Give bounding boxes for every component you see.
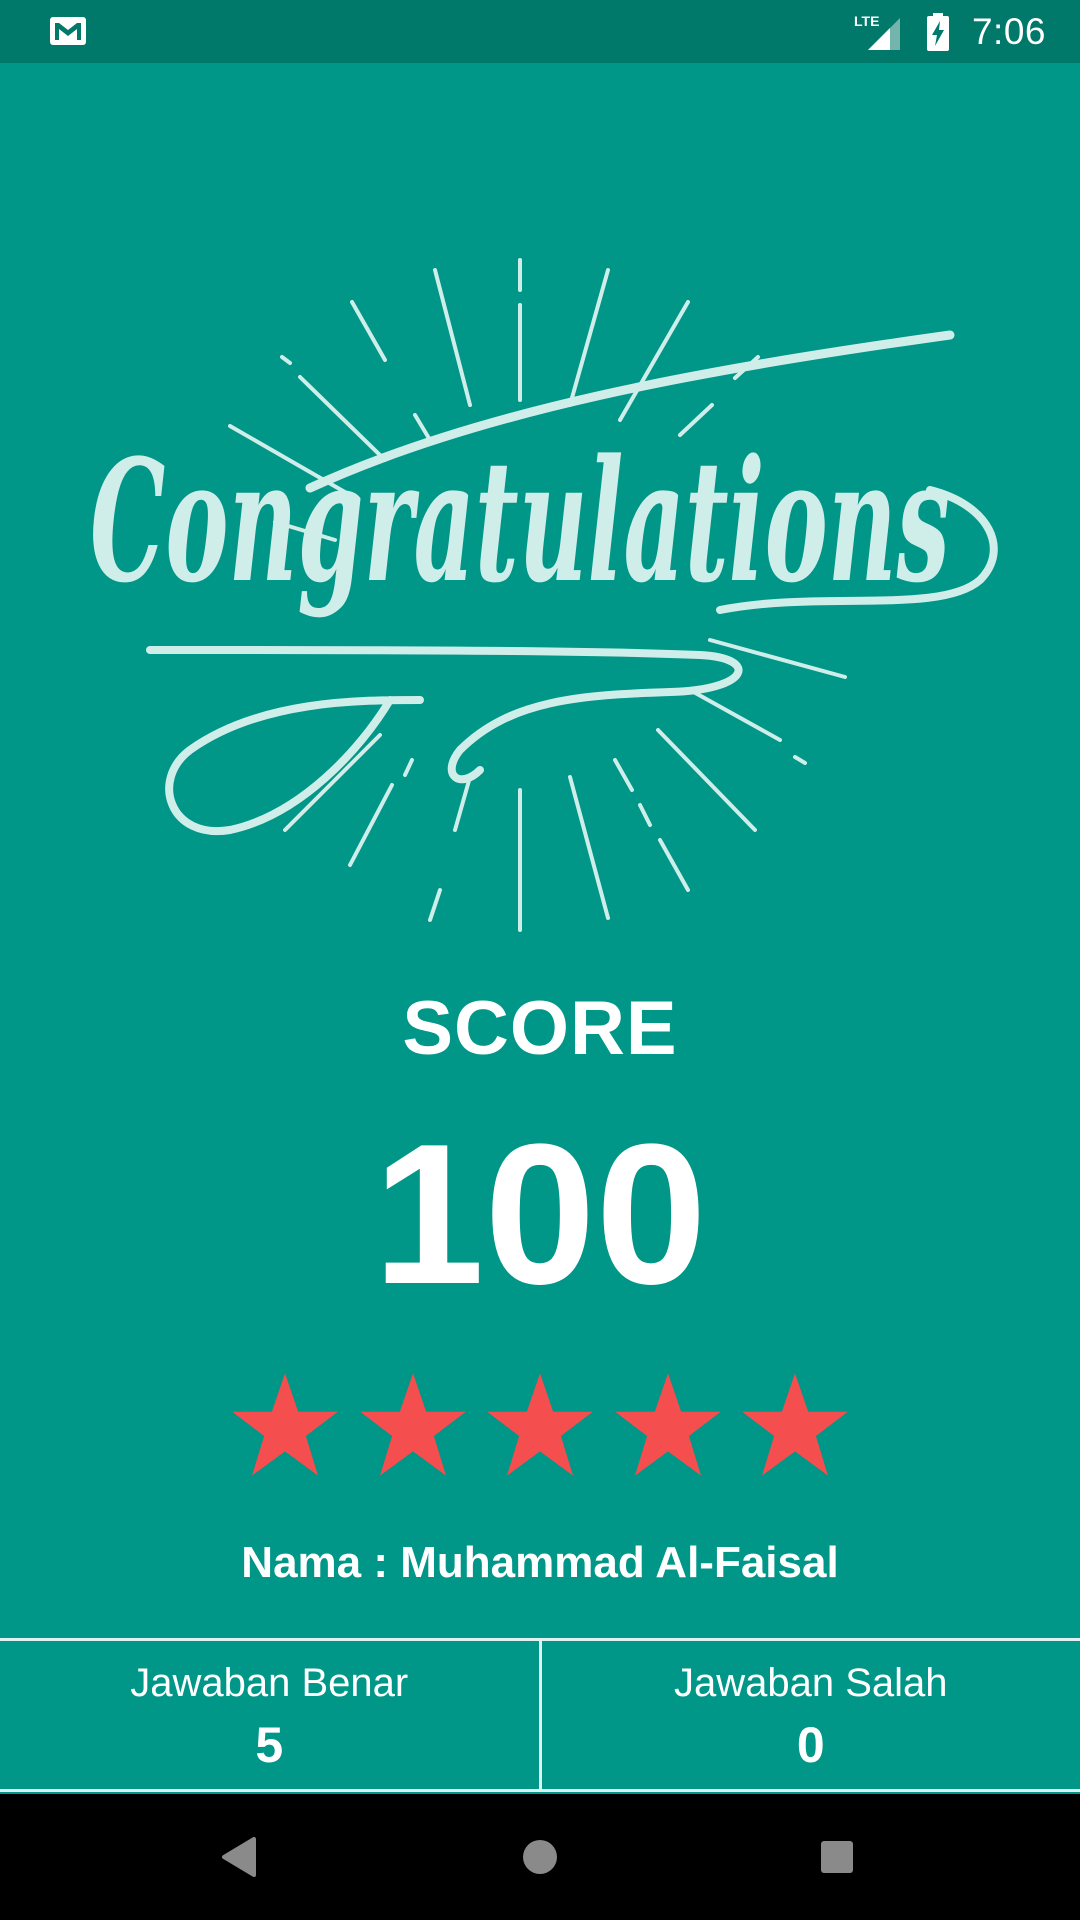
- lte-signal-icon: LTE: [854, 13, 900, 50]
- back-icon[interactable]: [206, 1822, 276, 1892]
- correct-answers-panel: Jawaban Benar 5: [0, 1641, 539, 1789]
- wrong-answers-count: 0: [796, 1717, 825, 1773]
- wrong-answers-label: Jawaban Salah: [673, 1661, 948, 1705]
- correct-answers-label: Jawaban Benar: [130, 1661, 409, 1705]
- congratulations-banner: Congratulations: [90, 258, 998, 932]
- star-icon: [487, 1373, 593, 1476]
- wrong-answers-panel: Jawaban Salah 0: [538, 1641, 1080, 1789]
- correct-answers-count: 5: [255, 1717, 284, 1773]
- navigation-bar: [0, 1794, 1080, 1920]
- answer-summary: Jawaban Benar 5 Jawaban Salah 0: [0, 1638, 1080, 1792]
- status-icons: LTE 7:06: [854, 0, 1046, 63]
- score-value: 100: [373, 1103, 707, 1326]
- player-name: Nama : Muhammad Al-Faisal: [241, 1538, 839, 1587]
- recents-icon[interactable]: [802, 1822, 872, 1892]
- score-label: SCORE: [402, 986, 678, 1071]
- star-icon: [614, 1373, 721, 1476]
- congratulations-text: Congratulations: [90, 422, 950, 620]
- status-bar: LTE 7:06: [0, 0, 1080, 63]
- lte-label: LTE: [854, 13, 879, 29]
- star-icon: [742, 1373, 848, 1476]
- home-icon[interactable]: [505, 1822, 575, 1892]
- star-rating: [230, 1370, 850, 1480]
- star-icon: [232, 1373, 338, 1476]
- star-icon: [359, 1373, 466, 1476]
- status-clock: 7:06: [971, 10, 1046, 52]
- gmail-icon: [50, 17, 86, 45]
- battery-charging-icon: [926, 12, 949, 51]
